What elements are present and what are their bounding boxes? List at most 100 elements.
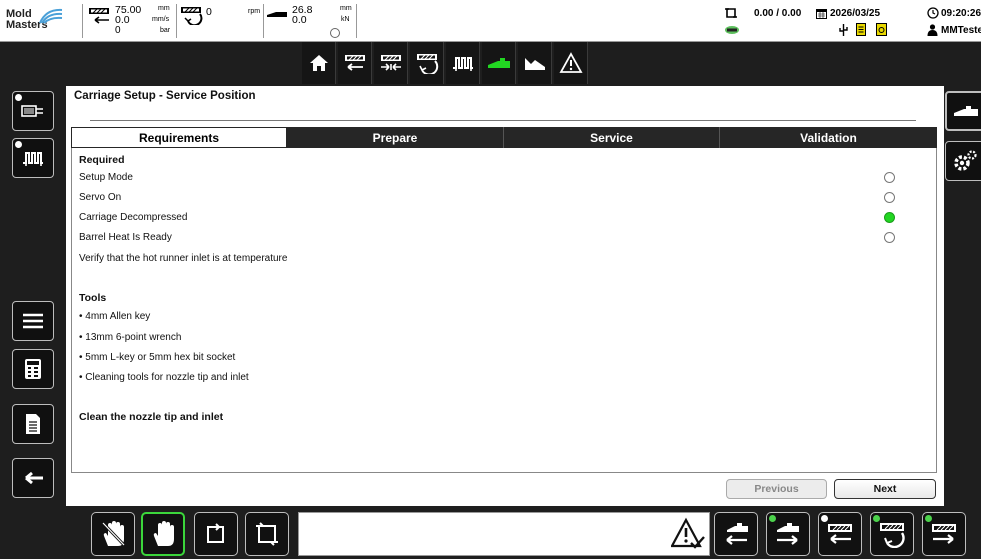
injection-forward-icon — [932, 524, 956, 544]
date-display: 2026/03/25 — [830, 8, 881, 19]
gear-icon — [954, 150, 977, 171]
requirement-status-indicator — [884, 232, 895, 243]
required-heading: Required — [79, 154, 125, 166]
arrow-left-icon — [94, 16, 109, 24]
nav-chart[interactable] — [518, 42, 552, 84]
tab-requirements[interactable]: Requirements — [71, 127, 287, 148]
time-display: 09:20:26 — [941, 8, 981, 19]
carriage-force-value: 0.0 — [292, 14, 307, 26]
carriage-back-button[interactable] — [714, 512, 758, 556]
step-tabs: Requirements Prepare Service Validation — [71, 127, 937, 148]
carriage-retract-icon — [726, 523, 748, 545]
auto-cycle-button[interactable] — [245, 512, 289, 556]
indicator-dot — [15, 141, 22, 148]
hand-icon — [153, 521, 174, 546]
screw-icon — [880, 523, 905, 548]
nav-screw[interactable] — [410, 42, 444, 84]
auto-cycle-icon — [256, 522, 278, 546]
nav-carriage[interactable] — [482, 42, 516, 84]
right-carriage-button[interactable] — [945, 91, 981, 131]
tools-heading: Tools — [79, 292, 107, 304]
heater-icon — [452, 57, 473, 71]
home-icon — [309, 55, 328, 71]
carriage-contact-indicator — [330, 28, 340, 38]
requirement-label: Carriage Decompressed — [79, 212, 188, 223]
cycle-counter: 0.00 / 0.00 — [754, 8, 802, 19]
hamburger-menu-icon — [23, 313, 43, 329]
page-title: Carriage Setup - Service Position — [74, 90, 256, 102]
arrow-left-icon — [25, 471, 43, 485]
heater-icon — [23, 152, 43, 166]
carriage-icon — [267, 12, 287, 17]
user-name[interactable]: MMTester — [941, 25, 981, 36]
side-back-button[interactable] — [12, 458, 54, 498]
nav-injection[interactable] — [338, 42, 372, 84]
speed-unit: mm/s — [152, 16, 170, 23]
user-icon — [927, 24, 938, 36]
semi-auto-button[interactable] — [194, 512, 238, 556]
requirement-status-indicator — [884, 212, 895, 223]
hand-off-icon — [101, 521, 126, 547]
title-divider — [90, 120, 916, 121]
carriage-unit-icon — [21, 105, 43, 117]
side-carriage-button[interactable] — [12, 91, 54, 131]
indicator-dot — [925, 515, 932, 522]
side-heater-button[interactable] — [12, 138, 54, 178]
carriage-icon — [954, 106, 978, 116]
injection-icon — [828, 524, 852, 544]
clock-icon — [927, 7, 939, 19]
setup-mode-button[interactable] — [141, 512, 185, 556]
single-cycle-icon — [207, 523, 224, 543]
carriage-advance-icon — [777, 523, 799, 545]
screw-rpm-unit: rpm — [248, 8, 261, 15]
nav-alarm[interactable] — [554, 42, 588, 84]
right-settings-button[interactable] — [945, 141, 981, 181]
injection-unit-icon — [89, 8, 109, 14]
bottom-bar — [0, 506, 981, 559]
chart-icon — [524, 58, 545, 70]
tab-prepare[interactable]: Prepare — [287, 127, 504, 148]
cycle-icon — [725, 8, 737, 18]
mold-status-icon — [725, 26, 739, 34]
pressure-unit: bar — [160, 27, 171, 34]
verify-note: Verify that the hot runner inlet is at t… — [79, 253, 288, 264]
logo-wave-icon — [39, 8, 63, 24]
tab-service[interactable]: Service — [504, 127, 720, 148]
screw-icon — [181, 7, 203, 25]
usb-icon — [839, 24, 848, 36]
tool-item: • 5mm L-key or 5mm hex bit socket — [79, 352, 236, 363]
alarm-acknowledge-icon[interactable] — [671, 517, 705, 551]
status-bar: Mold Masters 75.00 mm 0.0 mm/s 0 bar 0 r… — [0, 0, 981, 42]
clamp-icon — [380, 55, 401, 71]
manual-mode-button[interactable] — [91, 512, 135, 556]
injection-forward-button[interactable] — [922, 512, 966, 556]
tool-item: • Cleaning tools for nozzle tip and inle… — [79, 372, 249, 383]
indicator-dot — [873, 515, 880, 522]
carriage-forward-button[interactable] — [766, 512, 810, 556]
carriage-icon — [487, 58, 510, 68]
document-icon — [26, 414, 40, 434]
requirements-content: Required Setup Mode Servo On Carriage De… — [71, 148, 937, 473]
main-panel: Carriage Setup - Service Position Requir… — [66, 86, 944, 506]
next-button[interactable]: Next — [834, 479, 936, 499]
tool-item: • 13mm 6-point wrench — [79, 332, 182, 343]
indicator-dot — [769, 515, 776, 522]
previous-button[interactable]: Previous — [726, 479, 827, 499]
requirement-label: Setup Mode — [79, 172, 133, 183]
nav-home[interactable] — [302, 42, 336, 84]
screw-rpm-value: 0 — [206, 6, 212, 18]
injection-icon — [344, 55, 365, 71]
screw-rotate-button[interactable] — [870, 512, 914, 556]
tab-validation[interactable]: Validation — [720, 127, 937, 148]
side-calculator-button[interactable] — [12, 349, 54, 389]
injection-retract-button[interactable] — [818, 512, 862, 556]
calculator-icon — [25, 359, 41, 379]
side-menu-button[interactable] — [12, 301, 54, 341]
carriage-position-unit: mm — [340, 5, 352, 12]
side-document-button[interactable] — [12, 404, 54, 444]
alarm-message-area[interactable] — [298, 512, 710, 556]
final-step-heading: Clean the nozzle tip and inlet — [79, 411, 224, 423]
nav-clamp[interactable] — [374, 42, 408, 84]
requirement-label: Servo On — [79, 192, 122, 203]
nav-heater[interactable] — [446, 42, 480, 84]
